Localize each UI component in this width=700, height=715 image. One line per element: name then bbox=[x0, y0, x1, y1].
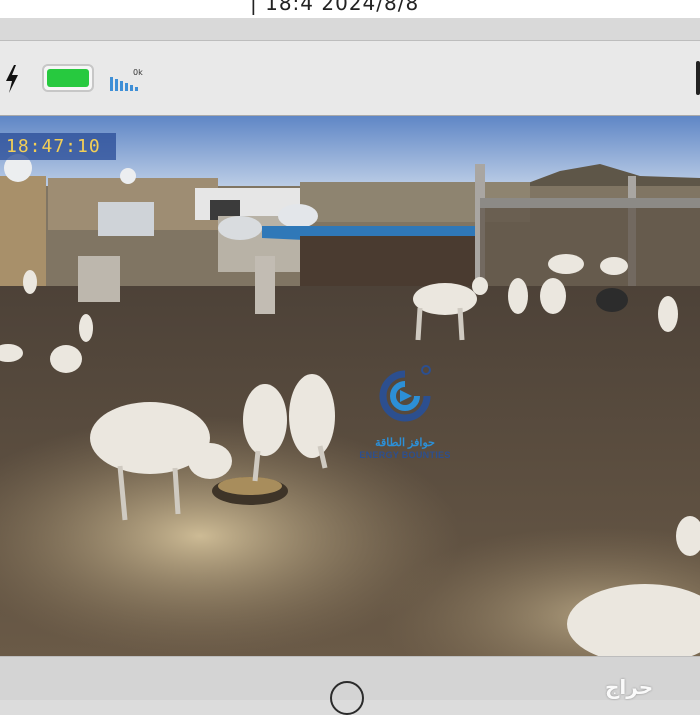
watermark-english-text: ENERGY BOUNTIES bbox=[359, 450, 451, 460]
capture-date-text: | 18:4 2024/8/8 bbox=[250, 0, 420, 15]
separator-band bbox=[0, 18, 700, 40]
watermark-arabic-text: حوافز الطاقة bbox=[375, 437, 435, 449]
watermark-logo: حوافز الطاقة ENERGY BOUNTIES bbox=[355, 364, 455, 464]
video-timestamp: 18:47:10 bbox=[0, 133, 116, 160]
signal-bars-icon: 0k bbox=[110, 68, 143, 91]
battery-fill bbox=[47, 69, 89, 87]
bottom-nav-bar: حراج bbox=[0, 656, 700, 715]
farm-scene bbox=[0, 116, 700, 656]
home-button-icon[interactable] bbox=[330, 681, 364, 715]
bolt-icon bbox=[6, 65, 18, 93]
status-bar: 0k bbox=[0, 40, 700, 116]
top-date-bar: | 18:4 2024/8/8 bbox=[0, 0, 700, 18]
status-edge-marker bbox=[696, 61, 700, 95]
energy-logo-icon bbox=[379, 365, 431, 422]
battery-icon bbox=[42, 64, 94, 92]
brand-watermark: حراج bbox=[605, 675, 654, 699]
camera-feed[interactable]: 18:47:10 حوافز الطاقة ENERGY BOUNTIES bbox=[0, 116, 700, 656]
signal-tag: 0k bbox=[133, 68, 143, 77]
